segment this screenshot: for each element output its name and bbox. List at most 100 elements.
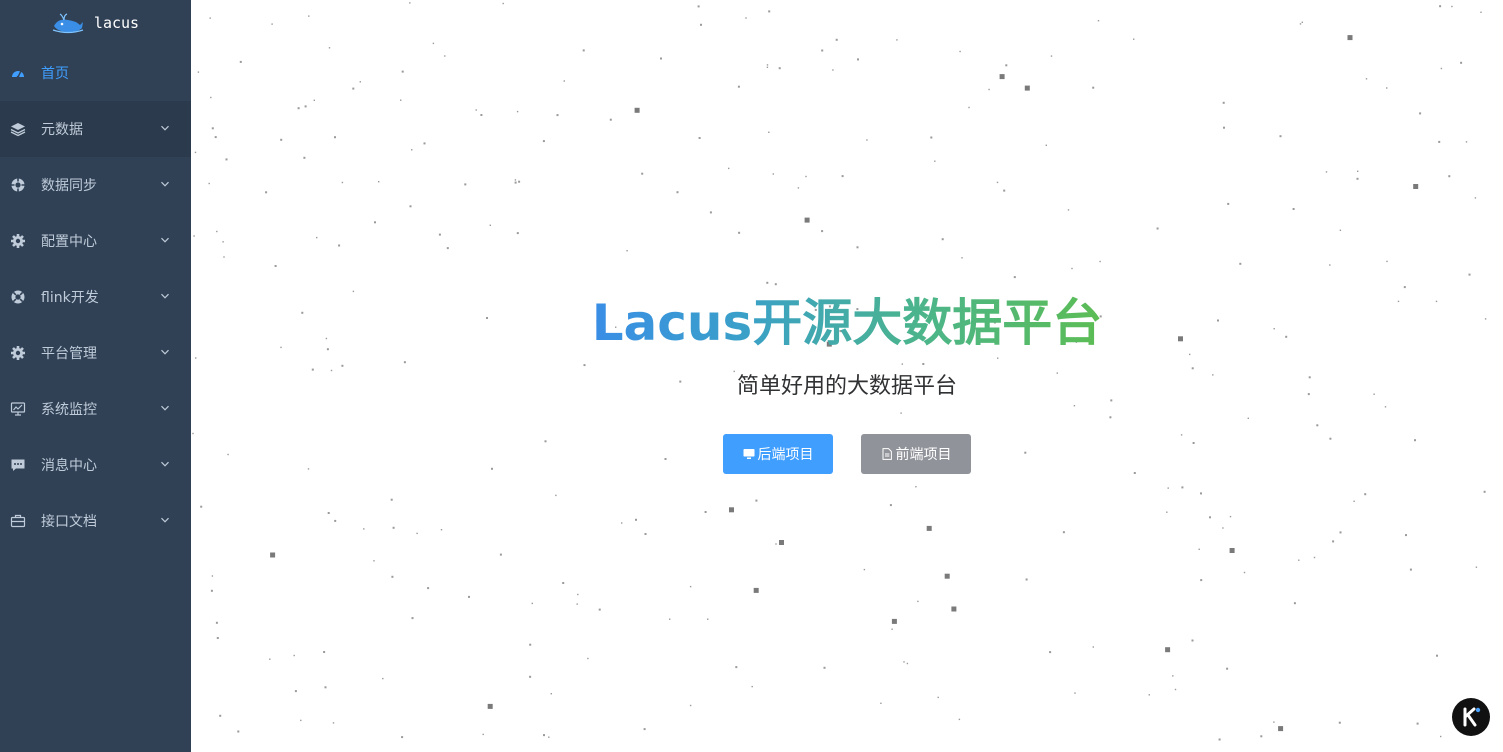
star-particle [1356,177,1359,180]
monitor-icon [10,401,26,417]
star-particle [896,39,898,41]
sidebar-item-8[interactable]: 消息中心 [0,437,191,493]
sidebar-item-3[interactable]: 数据同步 [0,157,191,213]
star-particle [634,107,640,113]
star-particle [294,690,297,693]
star-particle [903,661,905,663]
star-particle [745,17,747,19]
star-particle [778,67,781,70]
star-particle [1200,492,1202,495]
sidebar-item-label: 数据同步 [41,178,97,194]
star-particle [332,722,335,724]
star-particle [1099,260,1101,263]
star-particle [373,560,375,562]
star-particle [996,181,999,184]
star-particle [432,42,435,45]
star-particle [689,585,692,588]
star-particle [821,230,824,233]
star-particle [930,136,933,139]
star-particle [1339,531,1342,534]
main-content: Lacus开源大数据平台 简单好用的大数据平台 后端项目 前端项目 [191,0,1503,752]
sidebar-item-2[interactable]: 元数据 [0,101,191,157]
star-particle [959,50,961,53]
sidebar-item-label: 系统监控 [41,402,97,418]
star-particle [626,250,628,252]
star-particle [738,231,741,234]
star-particle [411,149,413,151]
star-particle [222,241,224,243]
sidebar-item-label: 消息中心 [41,458,97,474]
star-particle [270,552,276,558]
star-particle [1440,67,1443,70]
star-particle [676,191,679,194]
star-particle [1339,229,1342,231]
star-particle [737,85,740,88]
sidebar-item-label: 首页 [41,66,69,82]
star-particle [550,693,552,695]
star-particle [926,525,932,531]
star-particle [210,589,213,592]
monitor-icon [743,449,754,459]
star-particle [197,71,200,73]
star-particle [1465,141,1468,143]
star-particle [1181,486,1184,489]
star-particle [516,110,519,113]
star-particle [1365,78,1368,80]
star-particle [891,628,893,630]
star-particle [1092,646,1094,648]
star-particle [587,657,589,660]
star-particle [531,602,533,605]
star-particle [1243,571,1246,574]
star-particle [621,522,623,524]
gear-icon [10,345,26,361]
star-particle [480,114,483,116]
star-particle [1074,692,1076,694]
star-particle [280,138,283,141]
star-particle [400,99,402,101]
sidebar-item-6[interactable]: 平台管理 [0,325,191,381]
star-particle [225,158,228,161]
hero-subtitle: 简单好用的大数据平台 [736,374,957,399]
star-particle [293,654,295,657]
frontend-project-button[interactable]: 前端项目 [861,434,971,474]
star-particle [1347,35,1353,41]
sidebar-item-4[interactable]: 配置中心 [0,213,191,269]
star-particle [265,191,268,194]
star-particle [704,511,707,513]
sidebar-item-7[interactable]: 系统监控 [0,381,191,437]
star-particle [698,137,701,139]
star-particle [1279,135,1282,138]
star-particle [707,618,709,620]
star-particle [728,167,730,170]
backend-project-button[interactable]: 后端项目 [723,434,833,474]
star-particle [1353,500,1355,502]
star-particle [502,2,504,5]
star-particle [729,507,734,513]
k-logo-icon [1463,707,1481,727]
star-particle [823,666,826,669]
star-particle [1165,647,1171,653]
star-particle [1451,5,1453,8]
floating-k-badge[interactable] [1452,698,1490,736]
sidebar-item-9[interactable]: 接口文档 [0,493,191,549]
star-particle [755,499,758,502]
star-particle [308,15,310,17]
star-particle [1460,61,1463,64]
star-particle [271,23,273,25]
sidebar-item-5[interactable]: flink开发 [0,269,191,325]
gear-icon [10,233,26,249]
star-particle [423,142,426,145]
star-particle [323,651,326,653]
star-particle [334,519,337,522]
star-particle [766,66,769,68]
star-particle [334,136,336,139]
sidebar-item-1[interactable]: 首页 [0,45,191,101]
star-particle [1166,511,1168,513]
star-particle [1298,559,1300,561]
star-particle [906,662,909,665]
star-particle [1386,87,1388,89]
app-logo[interactable]: lacus [0,0,191,45]
star-particle [555,494,557,497]
star-particle [392,526,395,529]
chevron-down-icon [161,125,169,131]
